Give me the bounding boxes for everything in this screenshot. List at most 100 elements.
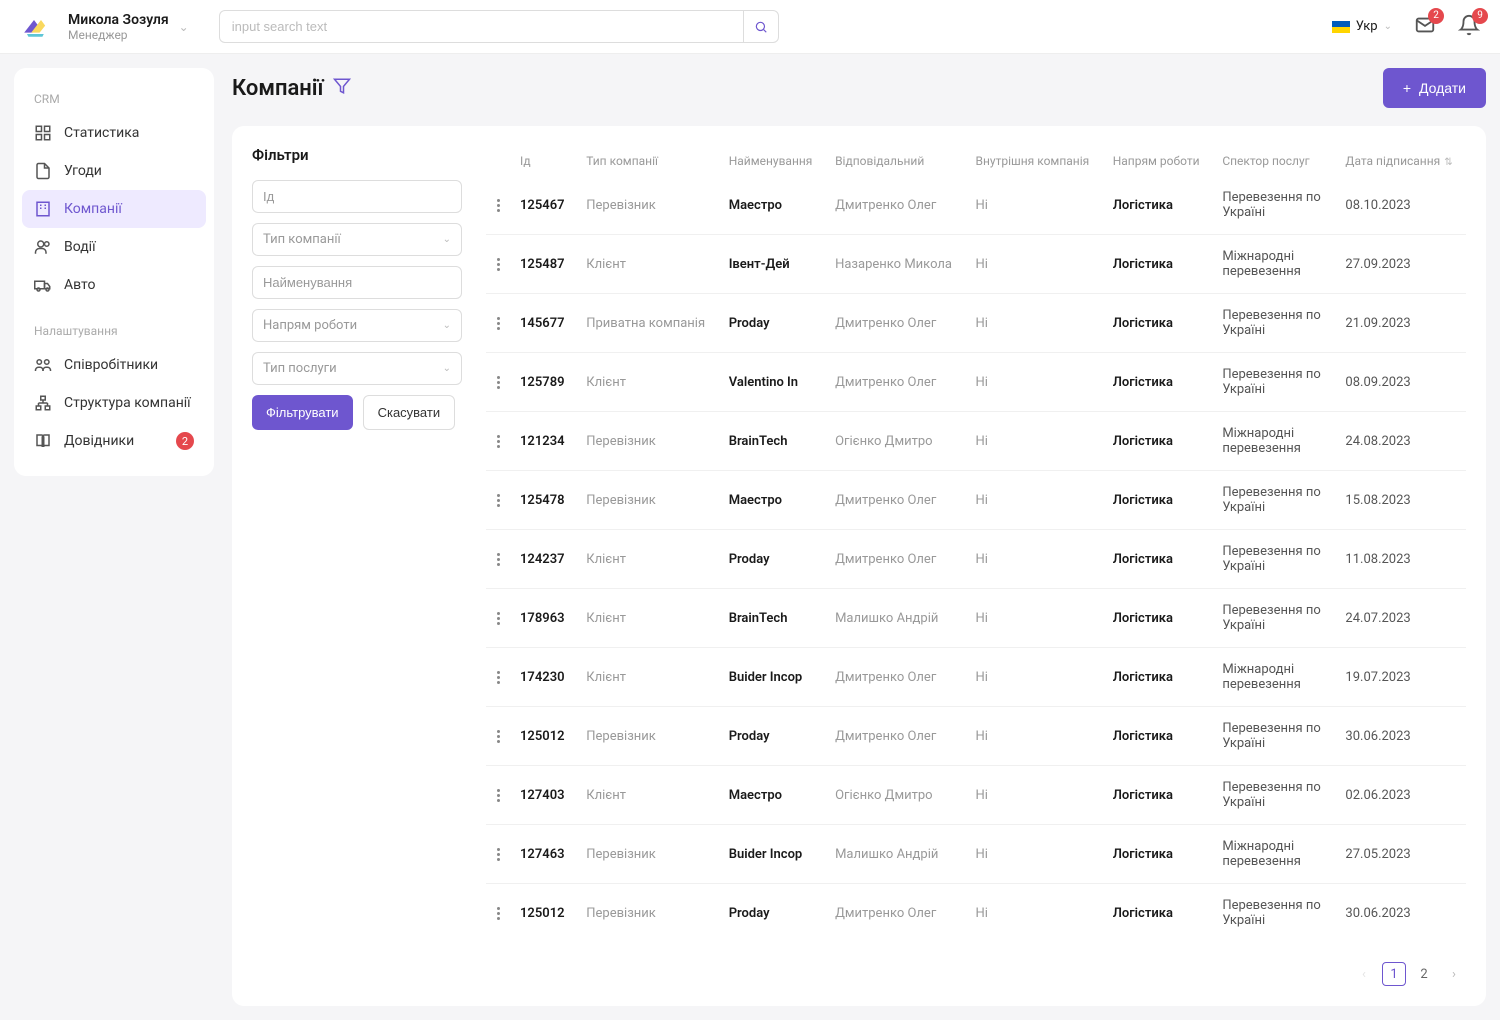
row-actions-button[interactable] xyxy=(496,258,500,271)
cell-direction: Логістика xyxy=(1103,766,1213,825)
row-actions-button[interactable] xyxy=(496,376,500,389)
filter-name-input[interactable] xyxy=(252,266,462,299)
cell-type: Клієнт xyxy=(576,766,718,825)
cell-responsible: Огієнко Дмитро xyxy=(825,766,965,825)
sidebar-item-statistics[interactable]: Статистика xyxy=(22,114,206,152)
cell-date: 21.09.2023 xyxy=(1335,294,1466,353)
cell-id: 125467 xyxy=(510,176,576,235)
cell-name: BrainTech xyxy=(719,589,825,648)
user-block[interactable]: Микола Зозуля Менеджер xyxy=(68,12,169,42)
sidebar-item-label: Статистика xyxy=(64,125,139,141)
row-actions-button[interactable] xyxy=(496,199,500,212)
team-icon xyxy=(34,356,52,374)
sidebar-item-companies[interactable]: Компанії xyxy=(22,190,206,228)
bell-button[interactable]: 9 xyxy=(1458,14,1480,40)
add-button[interactable]: + Додати xyxy=(1383,68,1486,108)
cell-type: Клієнт xyxy=(576,235,718,294)
sidebar-item-structure[interactable]: Структура компанії xyxy=(22,384,206,422)
row-actions-button[interactable] xyxy=(496,435,500,448)
col-date[interactable]: Дата підписання⇅ xyxy=(1335,146,1466,176)
table-row: 125487КлієнтІвент-ДейНазаренко МиколаНіЛ… xyxy=(486,235,1466,294)
mail-button[interactable]: 2 xyxy=(1414,14,1436,40)
cell-responsible: Дмитренко Олег xyxy=(825,707,965,766)
table-row: 145677Приватна компаніяProdayДмитренко О… xyxy=(486,294,1466,353)
filter-direction-select[interactable]: Напрям роботи ⌄ xyxy=(252,309,462,342)
table-row: 125012ПеревізникProdayДмитренко ОлегНіЛо… xyxy=(486,707,1466,766)
cell-internal: Ні xyxy=(966,294,1103,353)
row-actions-button[interactable] xyxy=(496,907,500,920)
table-row: 125789КлієнтValentino InДмитренко ОлегНі… xyxy=(486,353,1466,412)
col-id: Ід xyxy=(510,146,576,176)
language-label: Укр xyxy=(1356,19,1378,34)
sidebar-item-vehicles[interactable]: Авто xyxy=(22,266,206,304)
row-actions-button[interactable] xyxy=(496,553,500,566)
cell-spectrum: Перевезення по Україні xyxy=(1212,471,1335,530)
sidebar-item-employees[interactable]: Співробітники xyxy=(22,346,206,384)
cell-responsible: Дмитренко Олег xyxy=(825,353,965,412)
cell-internal: Ні xyxy=(966,707,1103,766)
page-prev[interactable]: ‹ xyxy=(1352,962,1376,986)
row-actions-button[interactable] xyxy=(496,789,500,802)
cell-internal: Ні xyxy=(966,176,1103,235)
filter-id-input[interactable] xyxy=(252,180,462,213)
users-icon xyxy=(34,238,52,256)
cell-date: 19.07.2023 xyxy=(1335,648,1466,707)
search-input[interactable] xyxy=(219,10,743,43)
companies-table: Ід Тип компанії Найменування Відповідаль… xyxy=(486,146,1466,942)
sidebar: CRM Статистика Угоди Компанії Водії Авто… xyxy=(14,68,214,476)
row-actions-button[interactable] xyxy=(496,730,500,743)
table-row: 125012ПеревізникProdayДмитренко ОлегНіЛо… xyxy=(486,884,1466,943)
filter-cancel-button[interactable]: Скасувати xyxy=(363,395,456,430)
language-selector[interactable]: Укр ⌄ xyxy=(1332,19,1392,34)
cell-internal: Ні xyxy=(966,589,1103,648)
cell-name: BrainTech xyxy=(719,412,825,471)
add-button-label: Додати xyxy=(1419,80,1466,96)
filter-type-select[interactable]: Тип компанії ⌄ xyxy=(252,223,462,256)
sidebar-item-directories[interactable]: Довідники 2 xyxy=(22,422,206,460)
row-actions-button[interactable] xyxy=(496,494,500,507)
cell-spectrum: Перевезення по Україні xyxy=(1212,589,1335,648)
sidebar-item-label: Водії xyxy=(64,239,96,255)
cell-spectrum: Міжнародні перевезення xyxy=(1212,648,1335,707)
pagination: ‹ 1 2 › xyxy=(486,962,1466,986)
cell-spectrum: Перевезення по Україні xyxy=(1212,176,1335,235)
cell-id: 125487 xyxy=(510,235,576,294)
sort-icon: ⇅ xyxy=(1444,157,1452,168)
cell-name: Івент-Дей xyxy=(719,235,825,294)
search-icon xyxy=(754,20,768,34)
filter-apply-button[interactable]: Фільтрувати xyxy=(252,395,353,430)
cell-responsible: Дмитренко Олег xyxy=(825,294,965,353)
page-next[interactable]: › xyxy=(1442,962,1466,986)
cell-name: Buider Incop xyxy=(719,825,825,884)
mail-badge: 2 xyxy=(1428,8,1444,24)
cell-type: Перевізник xyxy=(576,884,718,943)
row-actions-button[interactable] xyxy=(496,671,500,684)
filter-service-select[interactable]: Тип послуги ⌄ xyxy=(252,352,462,385)
sidebar-item-drivers[interactable]: Водії xyxy=(22,228,206,266)
page-1[interactable]: 1 xyxy=(1382,962,1406,986)
cell-direction: Логістика xyxy=(1103,530,1213,589)
chevron-down-icon[interactable]: ⌄ xyxy=(179,20,189,34)
table-row: 124237КлієнтProdayДмитренко ОлегНіЛогіст… xyxy=(486,530,1466,589)
filter-icon[interactable] xyxy=(333,77,351,99)
cell-type: Перевізник xyxy=(576,176,718,235)
search-button[interactable] xyxy=(743,10,779,43)
cell-date: 08.10.2023 xyxy=(1335,176,1466,235)
cell-responsible: Дмитренко Олег xyxy=(825,530,965,589)
cell-responsible: Дмитренко Олег xyxy=(825,648,965,707)
cell-id: 174230 xyxy=(510,648,576,707)
cell-date: 30.06.2023 xyxy=(1335,707,1466,766)
filter-service-label: Тип послуги xyxy=(263,361,337,376)
page-2[interactable]: 2 xyxy=(1412,962,1436,986)
sidebar-item-deals[interactable]: Угоди xyxy=(22,152,206,190)
cell-internal: Ні xyxy=(966,471,1103,530)
cell-id: 127403 xyxy=(510,766,576,825)
row-actions-button[interactable] xyxy=(496,317,500,330)
row-actions-button[interactable] xyxy=(496,612,500,625)
filter-type-label: Тип компанії xyxy=(263,232,341,247)
col-name: Найменування xyxy=(719,146,825,176)
filter-direction-label: Напрям роботи xyxy=(263,318,357,333)
cell-name: Proday xyxy=(719,707,825,766)
col-internal: Внутрішня компанія xyxy=(966,146,1103,176)
row-actions-button[interactable] xyxy=(496,848,500,861)
